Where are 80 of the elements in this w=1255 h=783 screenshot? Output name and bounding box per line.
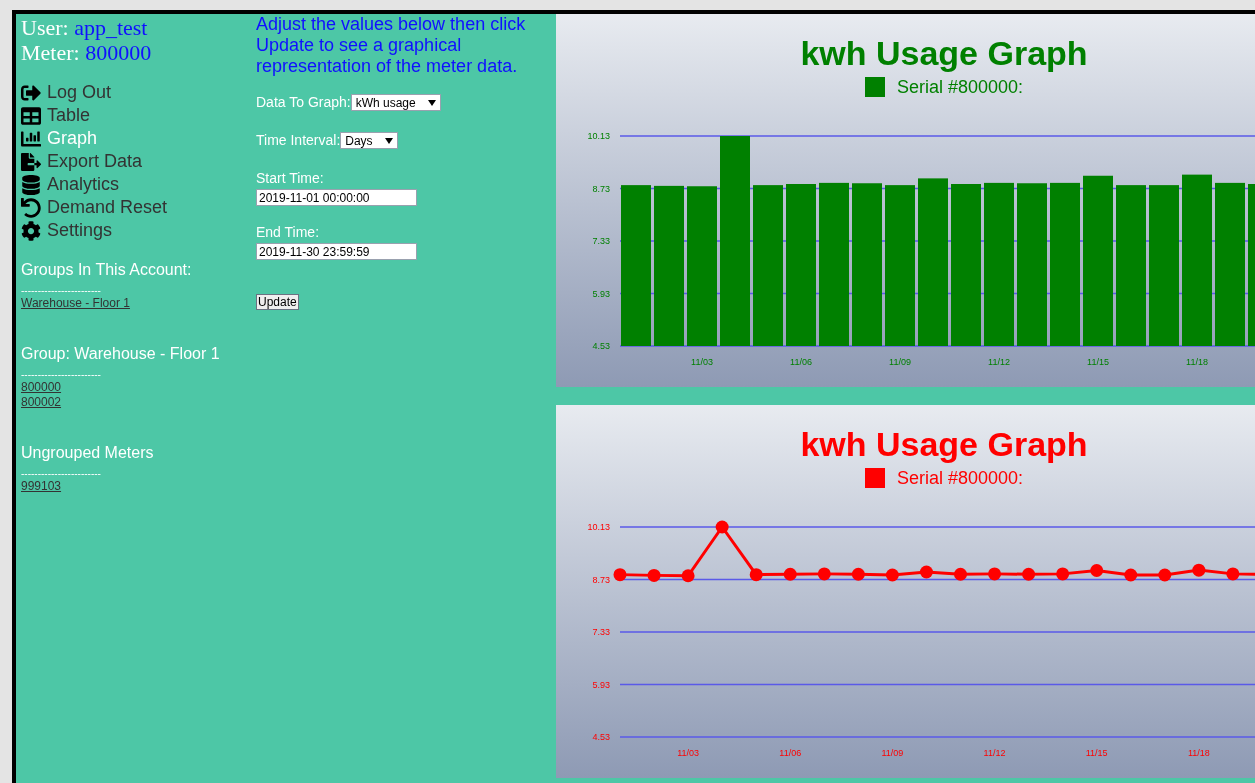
chart-title: kwh Usage Graph: [800, 425, 1088, 463]
x-tick-label: 11/18: [1186, 357, 1208, 367]
point: [749, 568, 763, 582]
user-line: User: app_test: [21, 15, 149, 40]
y-tick-label: 8.73: [592, 574, 610, 585]
select-field[interactable]: Days: [340, 132, 398, 149]
x-tick-label: 11/15: [1085, 748, 1108, 758]
divider-text: ------------------------: [21, 469, 102, 479]
caret-icon: [427, 99, 436, 106]
field-label: Start Time:: [256, 169, 325, 188]
point: [988, 567, 1002, 581]
chart-title: kwh Usage Graph: [800, 34, 1088, 72]
x-tick-label: 11/03: [691, 357, 713, 367]
point: [613, 568, 627, 582]
x-tick-label: 11/06: [779, 748, 802, 758]
point: [1056, 567, 1070, 581]
nav-link[interactable]: Table: [21, 104, 256, 127]
nav-link[interactable]: Demand Reset: [21, 196, 256, 219]
point: [1226, 567, 1240, 581]
update-button[interactable]: Update: [256, 294, 299, 310]
caret-icon: [384, 137, 393, 144]
y-tick-label: 4.53: [592, 341, 610, 351]
reset-icon: [21, 197, 41, 218]
y-tick-label: 4.53: [592, 732, 610, 742]
legend-label: Serial #800000:: [896, 75, 1024, 99]
field-label: Data To Graph:: [256, 93, 351, 112]
point: [1022, 567, 1036, 581]
x-tick-label: 11/18: [1187, 748, 1210, 758]
y-tick-label: 5.93: [592, 288, 610, 299]
point: [647, 568, 661, 582]
x-tick-label: 11/15: [1087, 357, 1109, 367]
nav-link[interactable]: Export Data: [21, 150, 256, 173]
input-field[interactable]: 2019-11-30 23:59:59: [256, 243, 417, 260]
field-label: End Time:: [256, 223, 321, 242]
instructions: Adjust the values below then click Update to see a graphical representation of the meter data.: [256, 14, 527, 77]
field-label: Time Interval:: [256, 131, 341, 150]
divider-text: ------------------------: [21, 370, 102, 380]
point: [1158, 568, 1172, 582]
database-icon: [21, 174, 41, 195]
x-tick-label: 11/12: [988, 357, 1010, 367]
point: [919, 565, 933, 579]
section-heading: Ungrouped Meters: [21, 443, 155, 463]
legend-label: Serial #800000:: [896, 466, 1024, 490]
point: [851, 567, 865, 581]
y-tick-label: 10.13: [587, 131, 610, 141]
point: [783, 567, 797, 581]
point: [817, 567, 831, 581]
nav-link[interactable]: Analytics: [21, 173, 256, 196]
section-heading: Group: Warehouse - Floor 1: [21, 344, 221, 364]
meter-line: Meter: 800000: [21, 40, 153, 65]
y-tick-label: 5.93: [592, 679, 610, 690]
nav-link[interactable]: Log Out: [21, 81, 256, 104]
input-field[interactable]: 2019-11-01 00:00:00: [256, 189, 417, 206]
x-tick-label: 11/09: [881, 748, 904, 758]
y-tick-label: 7.33: [592, 236, 610, 246]
settings-icon: [21, 220, 41, 241]
point: [1124, 568, 1138, 582]
meter-link[interactable]: Warehouse - Floor 1: [21, 296, 130, 311]
x-tick-label: 11/03: [677, 748, 700, 758]
point: [681, 569, 695, 583]
meter-link[interactable]: 999103: [21, 479, 62, 494]
y-tick-label: 8.73: [592, 183, 610, 194]
select-field[interactable]: kWh usage: [350, 94, 441, 111]
point: [885, 568, 899, 582]
nav-link[interactable]: Settings: [21, 219, 256, 242]
table-icon: [21, 105, 41, 126]
divider-text: ------------------------: [21, 286, 102, 296]
section-heading: Groups In This Account:: [21, 260, 193, 280]
point: [1192, 563, 1206, 577]
point: [715, 520, 729, 534]
point: [954, 567, 967, 581]
export-icon: [21, 151, 41, 172]
y-tick-label: 10.13: [587, 522, 610, 532]
x-tick-label: 11/06: [790, 357, 812, 367]
point: [1090, 564, 1104, 577]
x-tick-label: 11/12: [983, 748, 1006, 758]
y-tick-label: 7.33: [592, 627, 610, 637]
x-tick-label: 11/09: [889, 357, 911, 367]
meter-link[interactable]: 800002: [21, 395, 62, 410]
meter-link[interactable]: 800000: [21, 380, 62, 395]
